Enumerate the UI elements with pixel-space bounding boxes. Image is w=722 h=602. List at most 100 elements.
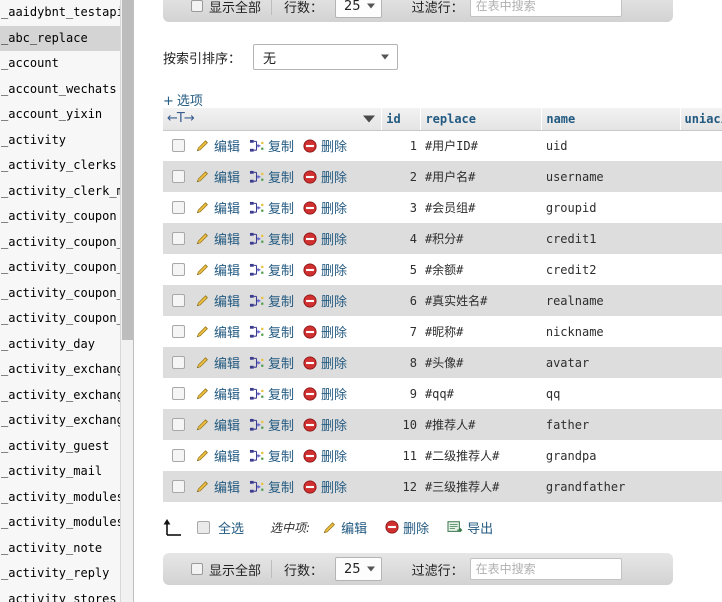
- row-copy-button[interactable]: 复制: [249, 291, 294, 310]
- row-delete-button[interactable]: 删除: [303, 322, 347, 341]
- row-checkbox[interactable]: [172, 294, 185, 307]
- table-row[interactable]: 编辑 复制 删除 6 #真实姓名# realname 2: [163, 285, 722, 316]
- sidebar-item[interactable]: _activity_coupon_all: [0, 230, 133, 256]
- database-table-sidebar[interactable]: _aaidybnt_testapi _abc_replace _account _ac…: [0, 0, 134, 602]
- sidebar-item[interactable]: _activity_coupon_pas: [0, 281, 133, 307]
- table-row[interactable]: 编辑 复制 删除 12 #三级推荐人# grandfather 2: [163, 471, 722, 502]
- table-row[interactable]: 编辑 复制 删除 2 #用户名# username 2: [163, 161, 722, 192]
- sidebar-item[interactable]: _activity: [0, 128, 133, 154]
- sidebar-item[interactable]: _activity_reply: [0, 561, 133, 587]
- row-copy-button[interactable]: 复制: [249, 384, 294, 403]
- row-delete-button[interactable]: 删除: [303, 229, 347, 248]
- row-edit-button[interactable]: 编辑: [195, 136, 240, 155]
- table-row[interactable]: 编辑 复制 删除 9 #qq# qq 2: [163, 378, 722, 409]
- table-row[interactable]: 编辑 复制 删除 4 #积分# credit1 2: [163, 223, 722, 254]
- sidebar-scrollbar-track[interactable]: [120, 0, 133, 602]
- rows-per-page-select-top[interactable]: 25: [335, 0, 382, 18]
- row-checkbox[interactable]: [172, 356, 185, 369]
- table-row[interactable]: 编辑 复制 删除 10 #推荐人# father 2: [163, 409, 722, 440]
- column-header-replace[interactable]: replace: [420, 108, 543, 131]
- sidebar-item[interactable]: _activity_exchange: [0, 357, 133, 383]
- row-edit-button[interactable]: 编辑: [195, 446, 240, 465]
- sidebar-item[interactable]: _activity_clerk_menu: [0, 179, 133, 205]
- row-edit-button[interactable]: 编辑: [195, 167, 240, 186]
- row-copy-button[interactable]: 复制: [249, 353, 294, 372]
- row-delete-button[interactable]: 删除: [303, 384, 347, 403]
- sidebar-item[interactable]: _activity_exchange_t: [0, 408, 133, 434]
- row-checkbox[interactable]: [172, 263, 185, 276]
- table-row[interactable]: 编辑 复制 删除 7 #昵称# nickname 2: [163, 316, 722, 347]
- row-copy-button[interactable]: 复制: [249, 260, 294, 279]
- row-edit-button[interactable]: 编辑: [195, 229, 240, 248]
- sidebar-scrollbar-thumb[interactable]: [122, 0, 133, 340]
- sidebar-item[interactable]: _activity_coupon_mor: [0, 255, 133, 281]
- row-copy-button[interactable]: 复制: [249, 322, 294, 341]
- row-delete-button[interactable]: 删除: [303, 291, 347, 310]
- row-checkbox[interactable]: [172, 325, 185, 338]
- table-row[interactable]: 编辑 复制 删除 1 #用户ID# uid 2: [163, 130, 722, 161]
- row-delete-button[interactable]: 删除: [303, 260, 347, 279]
- filter-rows-input-bottom[interactable]: [469, 558, 622, 580]
- row-copy-button[interactable]: 复制: [249, 477, 294, 496]
- row-edit-button[interactable]: 编辑: [195, 260, 240, 279]
- sidebar-item[interactable]: _account: [0, 51, 133, 77]
- row-delete-button[interactable]: 删除: [303, 353, 347, 372]
- row-delete-button[interactable]: 删除: [303, 198, 347, 217]
- row-copy-button[interactable]: 复制: [249, 415, 294, 434]
- sidebar-item[interactable]: _activity_clerks: [0, 153, 133, 179]
- sort-by-index-select[interactable]: 无: [253, 44, 399, 70]
- row-edit-button[interactable]: 编辑: [195, 322, 240, 341]
- row-copy-button[interactable]: 复制: [249, 229, 294, 248]
- sidebar-item[interactable]: _activity_coupon_rec: [0, 306, 133, 332]
- filter-rows-input-top[interactable]: [469, 0, 622, 17]
- column-header-name[interactable]: name: [541, 108, 681, 131]
- sidebar-item[interactable]: _activity_guest: [0, 434, 133, 460]
- column-header-id[interactable]: id: [381, 108, 422, 131]
- rows-per-page-select-bottom[interactable]: 25: [335, 557, 382, 581]
- select-all-label[interactable]: 全选: [218, 518, 244, 537]
- row-checkbox[interactable]: [172, 480, 185, 493]
- row-copy-button[interactable]: 复制: [249, 167, 294, 186]
- row-checkbox[interactable]: [172, 418, 185, 431]
- sidebar-item[interactable]: _activity_mail: [0, 459, 133, 485]
- row-checkbox[interactable]: [172, 449, 185, 462]
- table-row[interactable]: 编辑 复制 删除 3 #会员组# groupid 2: [163, 192, 722, 223]
- row-checkbox[interactable]: [172, 387, 185, 400]
- row-delete-button[interactable]: 删除: [303, 477, 347, 496]
- row-copy-button[interactable]: 复制: [249, 198, 294, 217]
- table-row[interactable]: 编辑 复制 删除 8 #头像# avatar 2: [163, 347, 722, 378]
- row-delete-button[interactable]: 删除: [303, 415, 347, 434]
- show-all-checkbox-bottom[interactable]: [191, 563, 203, 575]
- sidebar-item[interactable]: _activity_modules: [0, 485, 133, 511]
- sort-caret-icon[interactable]: [363, 115, 376, 123]
- row-copy-button[interactable]: 复制: [249, 136, 294, 155]
- row-checkbox[interactable]: [172, 201, 185, 214]
- sidebar-item[interactable]: _activity_coupon: [0, 204, 133, 230]
- bulk-export-button[interactable]: 导出: [447, 518, 493, 537]
- row-delete-button[interactable]: 删除: [303, 136, 347, 155]
- sidebar-item[interactable]: _activity_stores: [0, 587, 133, 602]
- sidebar-item[interactable]: _aaidybnt_testapi: [0, 0, 133, 26]
- column-nav-arrows-icon[interactable]: ←T→: [167, 111, 195, 126]
- row-copy-button[interactable]: 复制: [249, 446, 294, 465]
- sidebar-item[interactable]: _activity_note: [0, 536, 133, 562]
- row-delete-button[interactable]: 删除: [303, 167, 347, 186]
- sidebar-item[interactable]: _abc_replace: [0, 25, 133, 51]
- sidebar-item[interactable]: _activity_day: [0, 332, 133, 358]
- row-checkbox[interactable]: [172, 232, 185, 245]
- row-edit-button[interactable]: 编辑: [195, 291, 240, 310]
- row-edit-button[interactable]: 编辑: [195, 198, 240, 217]
- select-all-checkbox[interactable]: [197, 520, 210, 534]
- row-checkbox[interactable]: [172, 139, 185, 153]
- table-row[interactable]: 编辑 复制 删除 5 #余额# credit2 2: [163, 254, 722, 285]
- sidebar-item[interactable]: _activity_exchange_r: [0, 383, 133, 409]
- row-edit-button[interactable]: 编辑: [195, 384, 240, 403]
- row-edit-button[interactable]: 编辑: [195, 353, 240, 372]
- sidebar-item[interactable]: _activity_modules_re: [0, 510, 133, 536]
- options-toggle-link[interactable]: + 选项: [163, 90, 203, 109]
- bulk-delete-button[interactable]: 删除: [385, 518, 429, 537]
- table-row[interactable]: 编辑 复制 删除 11 #二级推荐人# grandpa 2: [163, 440, 722, 471]
- row-edit-button[interactable]: 编辑: [195, 415, 240, 434]
- sidebar-item[interactable]: _account_wechats: [0, 77, 133, 103]
- row-edit-button[interactable]: 编辑: [195, 477, 240, 496]
